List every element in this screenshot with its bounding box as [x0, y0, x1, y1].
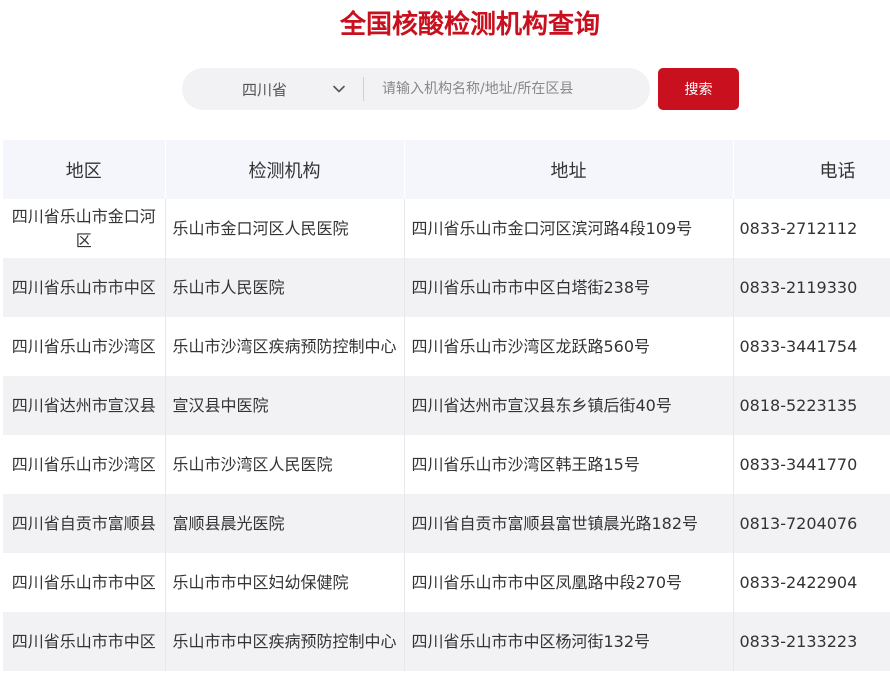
- cell-address: 四川省乐山市市中区凤凰路中段270号: [404, 553, 734, 612]
- cell-region: 四川省乐山市沙湾区: [3, 317, 166, 376]
- cell-address: 四川省乐山市金口河区滨河路4段109号: [404, 199, 734, 258]
- cell-phone: 0833-3441770: [733, 435, 890, 494]
- column-header-region: 地区: [3, 140, 166, 199]
- cell-phone: 0813-7204076: [733, 494, 890, 553]
- column-header-institution: 检测机构: [165, 140, 405, 199]
- column-header-phone: 电话: [733, 140, 890, 199]
- cell-region: 四川省乐山市金口河区: [3, 199, 166, 258]
- table-header-row: 地区 检测机构 地址 电话: [3, 140, 890, 199]
- table-row: 四川省乐山市金口河区 乐山市金口河区人民医院 四川省乐山市金口河区滨河路4段10…: [3, 199, 890, 258]
- cell-region: 四川省自贡市富顺县: [3, 494, 166, 553]
- cell-institution: 乐山市沙湾区人民医院: [165, 435, 405, 494]
- table-row: 四川省乐山市市中区 乐山市市中区疾病预防控制中心 四川省乐山市市中区杨河街132…: [3, 612, 890, 671]
- cell-region: 四川省乐山市市中区: [3, 612, 166, 671]
- cell-phone: 0818-5223135: [733, 376, 890, 435]
- cell-address: 四川省乐山市沙湾区龙跃路560号: [404, 317, 734, 376]
- cell-address: 四川省乐山市沙湾区韩王路15号: [404, 435, 734, 494]
- cell-phone: 0833-3441754: [733, 317, 890, 376]
- province-select[interactable]: 四川省: [182, 68, 362, 110]
- search-bar: 四川省: [182, 68, 650, 110]
- cell-institution: 乐山市金口河区人民医院: [165, 199, 405, 258]
- cell-address: 四川省乐山市市中区白塔街238号: [404, 258, 734, 317]
- cell-institution: 乐山市沙湾区疾病预防控制中心: [165, 317, 405, 376]
- cell-address: 四川省乐山市市中区杨河街132号: [404, 612, 734, 671]
- table-row: 四川省自贡市富顺县 富顺县晨光医院 四川省自贡市富顺县富世镇晨光路182号 08…: [3, 494, 890, 553]
- column-header-address: 地址: [404, 140, 734, 199]
- table-row: 四川省乐山市市中区 乐山市市中区妇幼保健院 四川省乐山市市中区凤凰路中段270号…: [3, 553, 890, 612]
- table-row: 四川省乐山市沙湾区 乐山市沙湾区疾病预防控制中心 四川省乐山市沙湾区龙跃路560…: [3, 317, 890, 376]
- cell-address: 四川省自贡市富顺县富世镇晨光路182号: [404, 494, 734, 553]
- chevron-down-icon: [333, 85, 345, 93]
- province-select-value: 四川省: [242, 81, 288, 99]
- cell-phone: 0833-2119330: [733, 258, 890, 317]
- cell-phone: 0833-2133223: [733, 612, 890, 671]
- cell-region: 四川省达州市宣汉县: [3, 376, 166, 435]
- results-table: 地区 检测机构 地址 电话 四川省乐山市金口河区 乐山市金口河区人民医院 四川省…: [3, 140, 890, 671]
- cell-phone: 0833-2712112: [733, 199, 890, 258]
- search-divider: [363, 77, 364, 101]
- cell-institution: 乐山市人民医院: [165, 258, 405, 317]
- table-row: 四川省达州市宣汉县 宣汉县中医院 四川省达州市宣汉县东乡镇后街40号 0818-…: [3, 376, 890, 435]
- cell-region: 四川省乐山市沙湾区: [3, 435, 166, 494]
- search-button[interactable]: 搜索: [658, 68, 739, 110]
- cell-region: 四川省乐山市市中区: [3, 258, 166, 317]
- search-input[interactable]: [382, 74, 640, 104]
- cell-institution: 富顺县晨光医院: [165, 494, 405, 553]
- cell-phone: 0833-2422904: [733, 553, 890, 612]
- cell-region: 四川省乐山市市中区: [3, 553, 166, 612]
- table-row: 四川省乐山市市中区 乐山市人民医院 四川省乐山市市中区白塔街238号 0833-…: [3, 258, 890, 317]
- table-row: 四川省乐山市沙湾区 乐山市沙湾区人民医院 四川省乐山市沙湾区韩王路15号 083…: [3, 435, 890, 494]
- cell-institution: 乐山市市中区妇幼保健院: [165, 553, 405, 612]
- cell-institution: 乐山市市中区疾病预防控制中心: [165, 612, 405, 671]
- cell-institution: 宣汉县中医院: [165, 376, 405, 435]
- page-title: 全国核酸检测机构查询: [339, 10, 600, 40]
- cell-address: 四川省达州市宣汉县东乡镇后街40号: [404, 376, 734, 435]
